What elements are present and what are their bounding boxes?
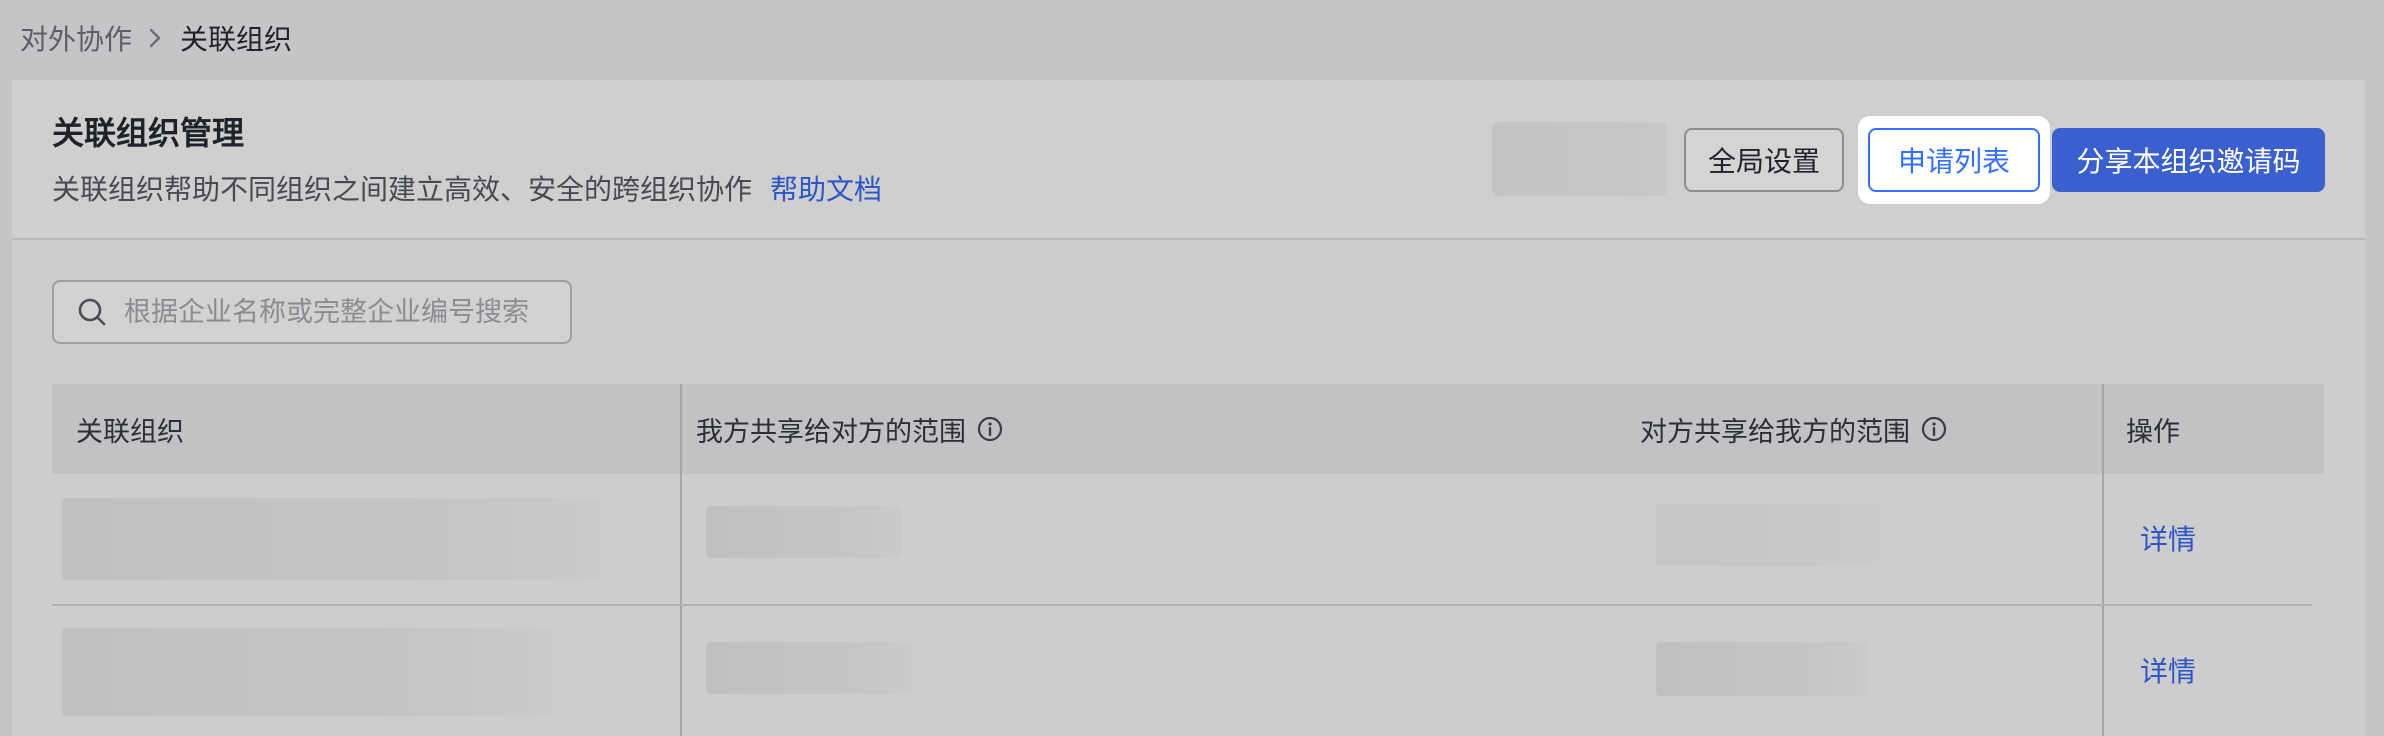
search-box[interactable] bbox=[52, 280, 572, 344]
info-icon[interactable] bbox=[1920, 415, 1948, 443]
details-link[interactable]: 详情 bbox=[2140, 518, 2196, 558]
apply-list-button[interactable]: 申请列表 bbox=[1868, 128, 2040, 192]
breadcrumb-item-associated-orgs: 关联组织 bbox=[180, 23, 293, 56]
column-header-org: 关联组织 bbox=[76, 416, 184, 448]
info-icon[interactable] bbox=[976, 415, 1004, 443]
share-invite-code-button[interactable]: 分享本组织邀请码 bbox=[2052, 128, 2325, 192]
column-header-our-share-scope: 我方共享给对方的范围 bbox=[696, 384, 1004, 474]
associated-orgs-table: 关联组织 我方共享给对方的范围 对方共享给我方的范围 操作 详情 详情 bbox=[52, 384, 2324, 736]
page-title: 关联组织管理 bbox=[52, 114, 245, 152]
table-header: 关联组织 我方共享给对方的范围 对方共享给我方的范围 操作 bbox=[52, 384, 2324, 474]
breadcrumb: 对外协作 关联组织 bbox=[20, 18, 292, 58]
column-header-actions: 操作 bbox=[2126, 416, 2180, 448]
search-input[interactable] bbox=[122, 295, 566, 329]
help-docs-link[interactable]: 帮助文档 bbox=[770, 168, 882, 208]
search-icon bbox=[78, 298, 106, 326]
global-settings-button[interactable]: 全局设置 bbox=[1684, 128, 1844, 192]
breadcrumb-item-external-collaboration[interactable]: 对外协作 bbox=[20, 18, 132, 58]
blurred-org-name bbox=[62, 498, 600, 580]
blurred-org-name bbox=[62, 628, 552, 716]
blurred-their-scope bbox=[1656, 504, 1880, 566]
table-row: 详情 bbox=[52, 606, 2312, 736]
blurred-our-scope bbox=[706, 506, 902, 558]
description-text: 关联组织帮助不同组织之间建立高效、安全的跨组织协作 bbox=[52, 173, 753, 206]
column-header-their-share-scope: 对方共享给我方的范围 bbox=[1640, 384, 1948, 474]
chevron-right-icon bbox=[148, 27, 162, 49]
main-panel: 关联组织管理 关联组织帮助不同组织之间建立高效、安全的跨组织协作 帮助文档 全局… bbox=[12, 80, 2365, 736]
table-row: 详情 bbox=[52, 474, 2312, 606]
blurred-our-scope bbox=[706, 642, 912, 694]
blurred-their-scope bbox=[1656, 642, 1868, 696]
blurred-placeholder bbox=[1492, 122, 1667, 196]
details-link[interactable]: 详情 bbox=[2140, 650, 2196, 690]
page-header: 关联组织管理 关联组织帮助不同组织之间建立高效、安全的跨组织协作 帮助文档 全局… bbox=[12, 80, 2365, 240]
page-description: 关联组织帮助不同组织之间建立高效、安全的跨组织协作 帮助文档 bbox=[52, 168, 882, 208]
